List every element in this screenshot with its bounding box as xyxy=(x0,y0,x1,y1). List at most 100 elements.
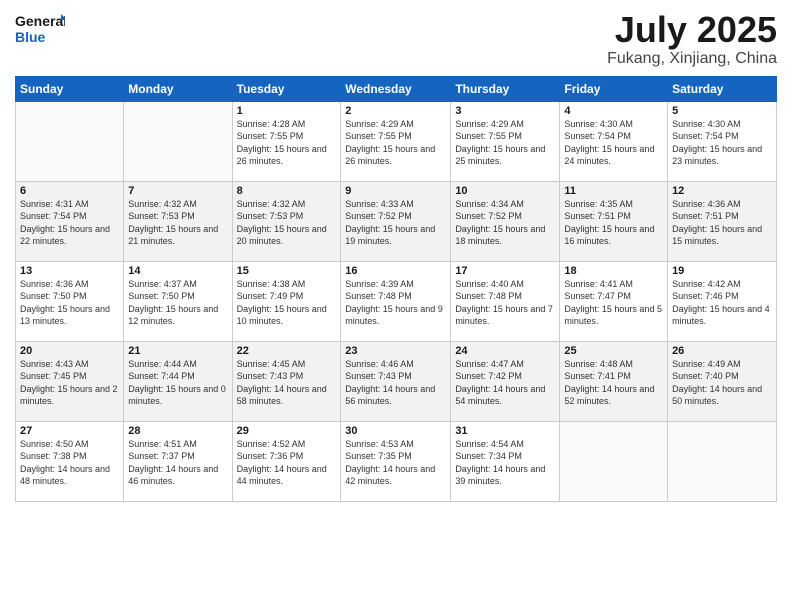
calendar-day-cell: 2 Sunrise: 4:29 AMSunset: 7:55 PMDayligh… xyxy=(341,101,451,181)
day-number: 19 xyxy=(672,265,772,277)
day-info: Sunrise: 4:42 AMSunset: 7:46 PMDaylight:… xyxy=(672,278,772,328)
day-info: Sunrise: 4:28 AMSunset: 7:55 PMDaylight:… xyxy=(237,118,337,168)
calendar-week-row: 1 Sunrise: 4:28 AMSunset: 7:55 PMDayligh… xyxy=(16,101,777,181)
calendar-day-cell: 15 Sunrise: 4:38 AMSunset: 7:49 PMDaylig… xyxy=(232,261,341,341)
calendar-day-cell: 11 Sunrise: 4:35 AMSunset: 7:51 PMDaylig… xyxy=(560,181,668,261)
day-info: Sunrise: 4:29 AMSunset: 7:55 PMDaylight:… xyxy=(345,118,446,168)
calendar-day-cell: 12 Sunrise: 4:36 AMSunset: 7:51 PMDaylig… xyxy=(668,181,777,261)
calendar-day-cell xyxy=(668,421,777,501)
col-thursday: Thursday xyxy=(451,76,560,101)
calendar-day-cell xyxy=(560,421,668,501)
subtitle: Fukang, Xinjiang, China xyxy=(607,50,777,68)
day-info: Sunrise: 4:36 AMSunset: 7:51 PMDaylight:… xyxy=(672,198,772,248)
calendar-header-row: Sunday Monday Tuesday Wednesday Thursday… xyxy=(16,76,777,101)
calendar-day-cell xyxy=(124,101,232,181)
calendar-day-cell: 5 Sunrise: 4:30 AMSunset: 7:54 PMDayligh… xyxy=(668,101,777,181)
day-info: Sunrise: 4:41 AMSunset: 7:47 PMDaylight:… xyxy=(564,278,663,328)
svg-text:General: General xyxy=(15,13,65,29)
calendar-day-cell: 3 Sunrise: 4:29 AMSunset: 7:55 PMDayligh… xyxy=(451,101,560,181)
calendar-day-cell: 20 Sunrise: 4:43 AMSunset: 7:45 PMDaylig… xyxy=(16,341,124,421)
day-number: 1 xyxy=(237,105,337,117)
calendar-day-cell: 25 Sunrise: 4:48 AMSunset: 7:41 PMDaylig… xyxy=(560,341,668,421)
calendar-day-cell: 10 Sunrise: 4:34 AMSunset: 7:52 PMDaylig… xyxy=(451,181,560,261)
title-block: July 2025 Fukang, Xinjiang, China xyxy=(607,10,777,68)
calendar-day-cell: 27 Sunrise: 4:50 AMSunset: 7:38 PMDaylig… xyxy=(16,421,124,501)
day-info: Sunrise: 4:43 AMSunset: 7:45 PMDaylight:… xyxy=(20,358,119,408)
day-info: Sunrise: 4:48 AMSunset: 7:41 PMDaylight:… xyxy=(564,358,663,408)
day-number: 10 xyxy=(455,185,555,197)
day-info: Sunrise: 4:47 AMSunset: 7:42 PMDaylight:… xyxy=(455,358,555,408)
day-info: Sunrise: 4:33 AMSunset: 7:52 PMDaylight:… xyxy=(345,198,446,248)
calendar-day-cell: 4 Sunrise: 4:30 AMSunset: 7:54 PMDayligh… xyxy=(560,101,668,181)
day-info: Sunrise: 4:35 AMSunset: 7:51 PMDaylight:… xyxy=(564,198,663,248)
day-number: 14 xyxy=(128,265,227,277)
day-number: 16 xyxy=(345,265,446,277)
day-info: Sunrise: 4:38 AMSunset: 7:49 PMDaylight:… xyxy=(237,278,337,328)
day-info: Sunrise: 4:54 AMSunset: 7:34 PMDaylight:… xyxy=(455,438,555,488)
day-info: Sunrise: 4:32 AMSunset: 7:53 PMDaylight:… xyxy=(237,198,337,248)
day-info: Sunrise: 4:30 AMSunset: 7:54 PMDaylight:… xyxy=(672,118,772,168)
calendar-day-cell: 9 Sunrise: 4:33 AMSunset: 7:52 PMDayligh… xyxy=(341,181,451,261)
day-info: Sunrise: 4:49 AMSunset: 7:40 PMDaylight:… xyxy=(672,358,772,408)
logo: General Blue xyxy=(15,10,65,48)
calendar-day-cell: 21 Sunrise: 4:44 AMSunset: 7:44 PMDaylig… xyxy=(124,341,232,421)
day-number: 21 xyxy=(128,345,227,357)
day-info: Sunrise: 4:50 AMSunset: 7:38 PMDaylight:… xyxy=(20,438,119,488)
main-title: July 2025 xyxy=(607,10,777,50)
day-info: Sunrise: 4:52 AMSunset: 7:36 PMDaylight:… xyxy=(237,438,337,488)
logo-svg: General Blue xyxy=(15,10,65,48)
day-number: 15 xyxy=(237,265,337,277)
day-info: Sunrise: 4:51 AMSunset: 7:37 PMDaylight:… xyxy=(128,438,227,488)
day-number: 12 xyxy=(672,185,772,197)
day-number: 22 xyxy=(237,345,337,357)
day-number: 23 xyxy=(345,345,446,357)
calendar-day-cell: 16 Sunrise: 4:39 AMSunset: 7:48 PMDaylig… xyxy=(341,261,451,341)
calendar-day-cell: 24 Sunrise: 4:47 AMSunset: 7:42 PMDaylig… xyxy=(451,341,560,421)
col-friday: Friday xyxy=(560,76,668,101)
day-info: Sunrise: 4:30 AMSunset: 7:54 PMDaylight:… xyxy=(564,118,663,168)
calendar-week-row: 27 Sunrise: 4:50 AMSunset: 7:38 PMDaylig… xyxy=(16,421,777,501)
day-number: 25 xyxy=(564,345,663,357)
day-info: Sunrise: 4:39 AMSunset: 7:48 PMDaylight:… xyxy=(345,278,446,328)
calendar-week-row: 13 Sunrise: 4:36 AMSunset: 7:50 PMDaylig… xyxy=(16,261,777,341)
col-saturday: Saturday xyxy=(668,76,777,101)
calendar-day-cell: 18 Sunrise: 4:41 AMSunset: 7:47 PMDaylig… xyxy=(560,261,668,341)
calendar-day-cell: 23 Sunrise: 4:46 AMSunset: 7:43 PMDaylig… xyxy=(341,341,451,421)
day-info: Sunrise: 4:37 AMSunset: 7:50 PMDaylight:… xyxy=(128,278,227,328)
day-info: Sunrise: 4:29 AMSunset: 7:55 PMDaylight:… xyxy=(455,118,555,168)
day-number: 17 xyxy=(455,265,555,277)
day-number: 3 xyxy=(455,105,555,117)
day-number: 30 xyxy=(345,425,446,437)
calendar-day-cell: 17 Sunrise: 4:40 AMSunset: 7:48 PMDaylig… xyxy=(451,261,560,341)
day-number: 29 xyxy=(237,425,337,437)
day-number: 18 xyxy=(564,265,663,277)
day-number: 11 xyxy=(564,185,663,197)
day-number: 7 xyxy=(128,185,227,197)
day-number: 13 xyxy=(20,265,119,277)
day-number: 26 xyxy=(672,345,772,357)
calendar-day-cell: 30 Sunrise: 4:53 AMSunset: 7:35 PMDaylig… xyxy=(341,421,451,501)
day-number: 20 xyxy=(20,345,119,357)
col-sunday: Sunday xyxy=(16,76,124,101)
page: General Blue July 2025 Fukang, Xinjiang,… xyxy=(0,0,792,612)
calendar-day-cell: 28 Sunrise: 4:51 AMSunset: 7:37 PMDaylig… xyxy=(124,421,232,501)
day-number: 31 xyxy=(455,425,555,437)
calendar-week-row: 6 Sunrise: 4:31 AMSunset: 7:54 PMDayligh… xyxy=(16,181,777,261)
calendar-table: Sunday Monday Tuesday Wednesday Thursday… xyxy=(15,76,777,502)
day-number: 4 xyxy=(564,105,663,117)
calendar-day-cell: 7 Sunrise: 4:32 AMSunset: 7:53 PMDayligh… xyxy=(124,181,232,261)
day-number: 9 xyxy=(345,185,446,197)
day-info: Sunrise: 4:34 AMSunset: 7:52 PMDaylight:… xyxy=(455,198,555,248)
calendar-day-cell: 19 Sunrise: 4:42 AMSunset: 7:46 PMDaylig… xyxy=(668,261,777,341)
calendar-day-cell xyxy=(16,101,124,181)
day-info: Sunrise: 4:36 AMSunset: 7:50 PMDaylight:… xyxy=(20,278,119,328)
day-info: Sunrise: 4:32 AMSunset: 7:53 PMDaylight:… xyxy=(128,198,227,248)
header: General Blue July 2025 Fukang, Xinjiang,… xyxy=(15,10,777,68)
day-info: Sunrise: 4:40 AMSunset: 7:48 PMDaylight:… xyxy=(455,278,555,328)
day-info: Sunrise: 4:45 AMSunset: 7:43 PMDaylight:… xyxy=(237,358,337,408)
day-number: 28 xyxy=(128,425,227,437)
col-tuesday: Tuesday xyxy=(232,76,341,101)
day-info: Sunrise: 4:44 AMSunset: 7:44 PMDaylight:… xyxy=(128,358,227,408)
calendar-day-cell: 8 Sunrise: 4:32 AMSunset: 7:53 PMDayligh… xyxy=(232,181,341,261)
calendar-day-cell: 6 Sunrise: 4:31 AMSunset: 7:54 PMDayligh… xyxy=(16,181,124,261)
